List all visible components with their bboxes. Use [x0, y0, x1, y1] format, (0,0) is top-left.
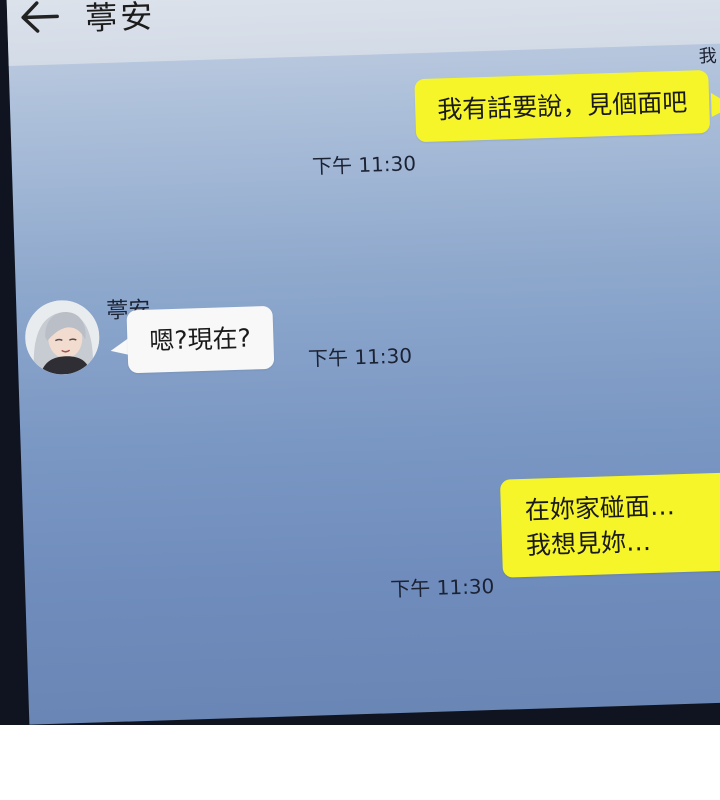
back-button[interactable] — [17, 0, 62, 38]
message-bubble-outgoing[interactable]: 我有話要說，見個面吧 — [414, 69, 711, 143]
chat-screen: 葶安 我 我有話要說，見個面吧 下午 11:30 葶安 嗯?現在? 下午 11:… — [6, 0, 720, 725]
chat-header: 葶安 — [6, 0, 720, 66]
sender-name-me: 我 — [698, 45, 718, 68]
message-time: 下午 11:30 — [389, 573, 495, 602]
arrow-left-icon — [21, 1, 59, 33]
message-bubble-outgoing[interactable]: 在妳家碰面… 我想見妳… — [499, 471, 720, 578]
message-line: 我想見妳… — [525, 527, 652, 560]
contact-avatar[interactable] — [24, 299, 101, 376]
chat-title: 葶安 — [84, 0, 156, 38]
message-line: 在妳家碰面… — [524, 491, 676, 525]
message-time: 下午 11:30 — [307, 343, 413, 371]
message-text: 嗯?現在? — [148, 323, 252, 356]
message-time: 下午 11:30 — [311, 151, 417, 179]
bubble-tail — [710, 92, 720, 117]
phone-photo: 葶安 我 我有話要說，見個面吧 下午 11:30 葶安 嗯?現在? 下午 11:… — [0, 0, 720, 725]
message-bubble-incoming[interactable]: 嗯?現在? — [126, 305, 274, 374]
message-text: 我有話要說，見個面吧 — [436, 87, 688, 125]
avatar-portrait — [24, 299, 101, 376]
